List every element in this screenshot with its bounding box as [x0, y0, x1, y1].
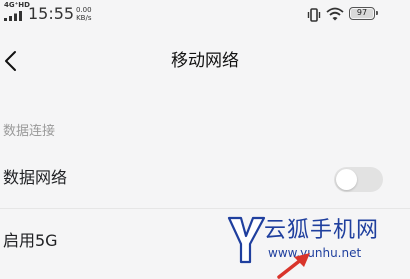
toggle-knob — [336, 169, 357, 190]
page-header: 移动网络 — [0, 38, 410, 82]
divider — [0, 208, 410, 209]
back-button[interactable] — [0, 48, 28, 74]
watermark-text: 云狐手机网 — [264, 218, 380, 243]
wifi-icon — [326, 7, 344, 21]
battery-icon: 97 — [349, 7, 378, 20]
battery-level: 97 — [356, 8, 368, 17]
speed-unit: KB/s — [76, 14, 92, 22]
vibrate-icon — [307, 8, 321, 22]
enable-5g-label: 启用5G — [3, 231, 58, 250]
section-label: 数据连接 — [3, 124, 56, 139]
signal-bars-icon — [4, 11, 22, 21]
speed-value: 0.00 — [76, 6, 92, 14]
network-speed: 0.00 KB/s — [76, 6, 92, 22]
page-title: 移动网络 — [171, 51, 239, 71]
yunhu-logo — [227, 216, 266, 264]
data-network-toggle[interactable] — [334, 167, 383, 192]
red-arrow-icon — [277, 253, 310, 279]
data-network-label: 数据网络 — [3, 168, 68, 187]
network-type: 4G⁺HD — [4, 1, 30, 9]
chevron-left-icon — [5, 51, 16, 71]
status-time: 15:55 — [28, 4, 75, 23]
status-bar: 4G⁺HD 15:55 0.00 KB/s 97 — [0, 0, 410, 30]
